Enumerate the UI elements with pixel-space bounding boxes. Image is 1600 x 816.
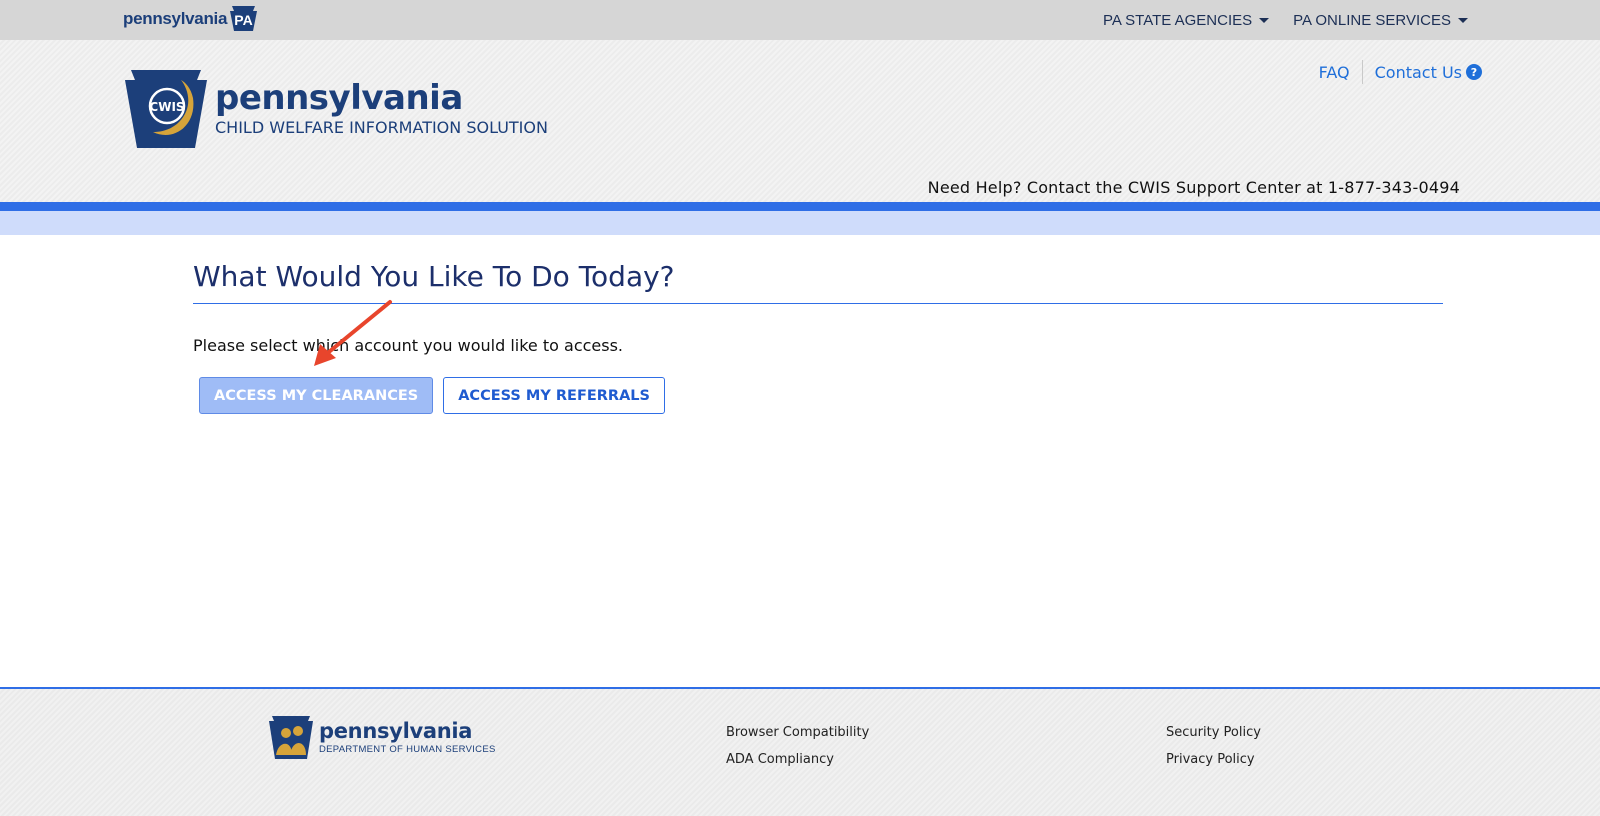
top-bar: pennsylvania PA PA STATE AGENCIES PA ONL… — [0, 0, 1600, 40]
question-circle-icon: ? — [1466, 64, 1482, 80]
browser-compatibility-link[interactable]: Browser Compatibility — [726, 725, 869, 740]
cwis-badge-text: CWIS — [149, 100, 184, 114]
header-accent-bar — [0, 202, 1600, 211]
site-footer: pennsylvania DEPARTMENT OF HUMAN SERVICE… — [0, 687, 1600, 816]
security-policy-link[interactable]: Security Policy — [1166, 725, 1261, 740]
caret-down-icon — [1259, 17, 1270, 23]
header-links: FAQ Contact Us ? — [1319, 60, 1482, 84]
privacy-policy-link[interactable]: Privacy Policy — [1166, 752, 1261, 767]
nav-label: PA ONLINE SERVICES — [1293, 11, 1451, 29]
annotation-arrow-icon — [314, 300, 392, 366]
access-my-referrals-button[interactable]: ACCESS MY REFERRALS — [443, 377, 665, 414]
cwis-keystone-icon: CWIS — [125, 70, 207, 148]
access-my-clearances-button[interactable]: ACCESS MY CLEARANCES — [199, 377, 434, 414]
footer-brand-name: pennsylvania — [319, 719, 473, 743]
pa-keystone-icon: PA — [229, 5, 258, 32]
ada-compliancy-link[interactable]: ADA Compliancy — [726, 752, 869, 767]
brand-subtitle: CHILD WELFARE INFORMATION SOLUTION — [215, 118, 548, 137]
brand-name: pennsylvania — [215, 78, 463, 118]
caret-down-icon — [1458, 17, 1468, 23]
nav-pa-state-agencies[interactable]: PA STATE AGENCIES — [1102, 11, 1270, 29]
footer-brand-subtitle: DEPARTMENT OF HUMAN SERVICES — [319, 744, 496, 755]
pa-badge-text: PA — [234, 12, 252, 28]
dhs-keystone-icon — [269, 716, 313, 759]
footer-links-col2: Security Policy Privacy Policy — [1166, 725, 1261, 767]
pa-logo-text: pennsylvania — [123, 8, 228, 28]
contact-us-label: Contact Us — [1374, 62, 1462, 82]
footer-links-col1: Browser Compatibility ADA Compliancy — [726, 725, 869, 767]
account-button-row: ACCESS MY CLEARANCES ACCESS MY REFERRALS — [199, 377, 1443, 414]
footer-brand-text: pennsylvania DEPARTMENT OF HUMAN SERVICE… — [319, 720, 496, 755]
header-light-bar — [0, 211, 1600, 235]
nav-label: PA STATE AGENCIES — [1102, 11, 1253, 29]
brand-text: pennsylvania CHILD WELFARE INFORMATION S… — [215, 80, 548, 137]
support-contact-text: Need Help? Contact the CWIS Support Cent… — [927, 178, 1460, 197]
header-divider — [1361, 60, 1363, 84]
dhs-brand-logo[interactable]: pennsylvania DEPARTMENT OF HUMAN SERVICE… — [268, 715, 496, 760]
site-header: CWIS pennsylvania CHILD WELFARE INFORMAT… — [0, 40, 1600, 202]
faq-link[interactable]: FAQ — [1319, 63, 1350, 82]
nav-pa-online-services[interactable]: PA ONLINE SERVICES — [1293, 12, 1468, 29]
cwis-brand-logo[interactable]: CWIS pennsylvania CHILD WELFARE INFORMAT… — [123, 68, 548, 150]
pa-home-logo[interactable]: pennsylvania PA — [123, 5, 258, 32]
contact-us-link[interactable]: Contact Us ? — [1375, 63, 1482, 82]
top-nav: PA STATE AGENCIES PA ONLINE SERVICES — [1103, 0, 1468, 40]
